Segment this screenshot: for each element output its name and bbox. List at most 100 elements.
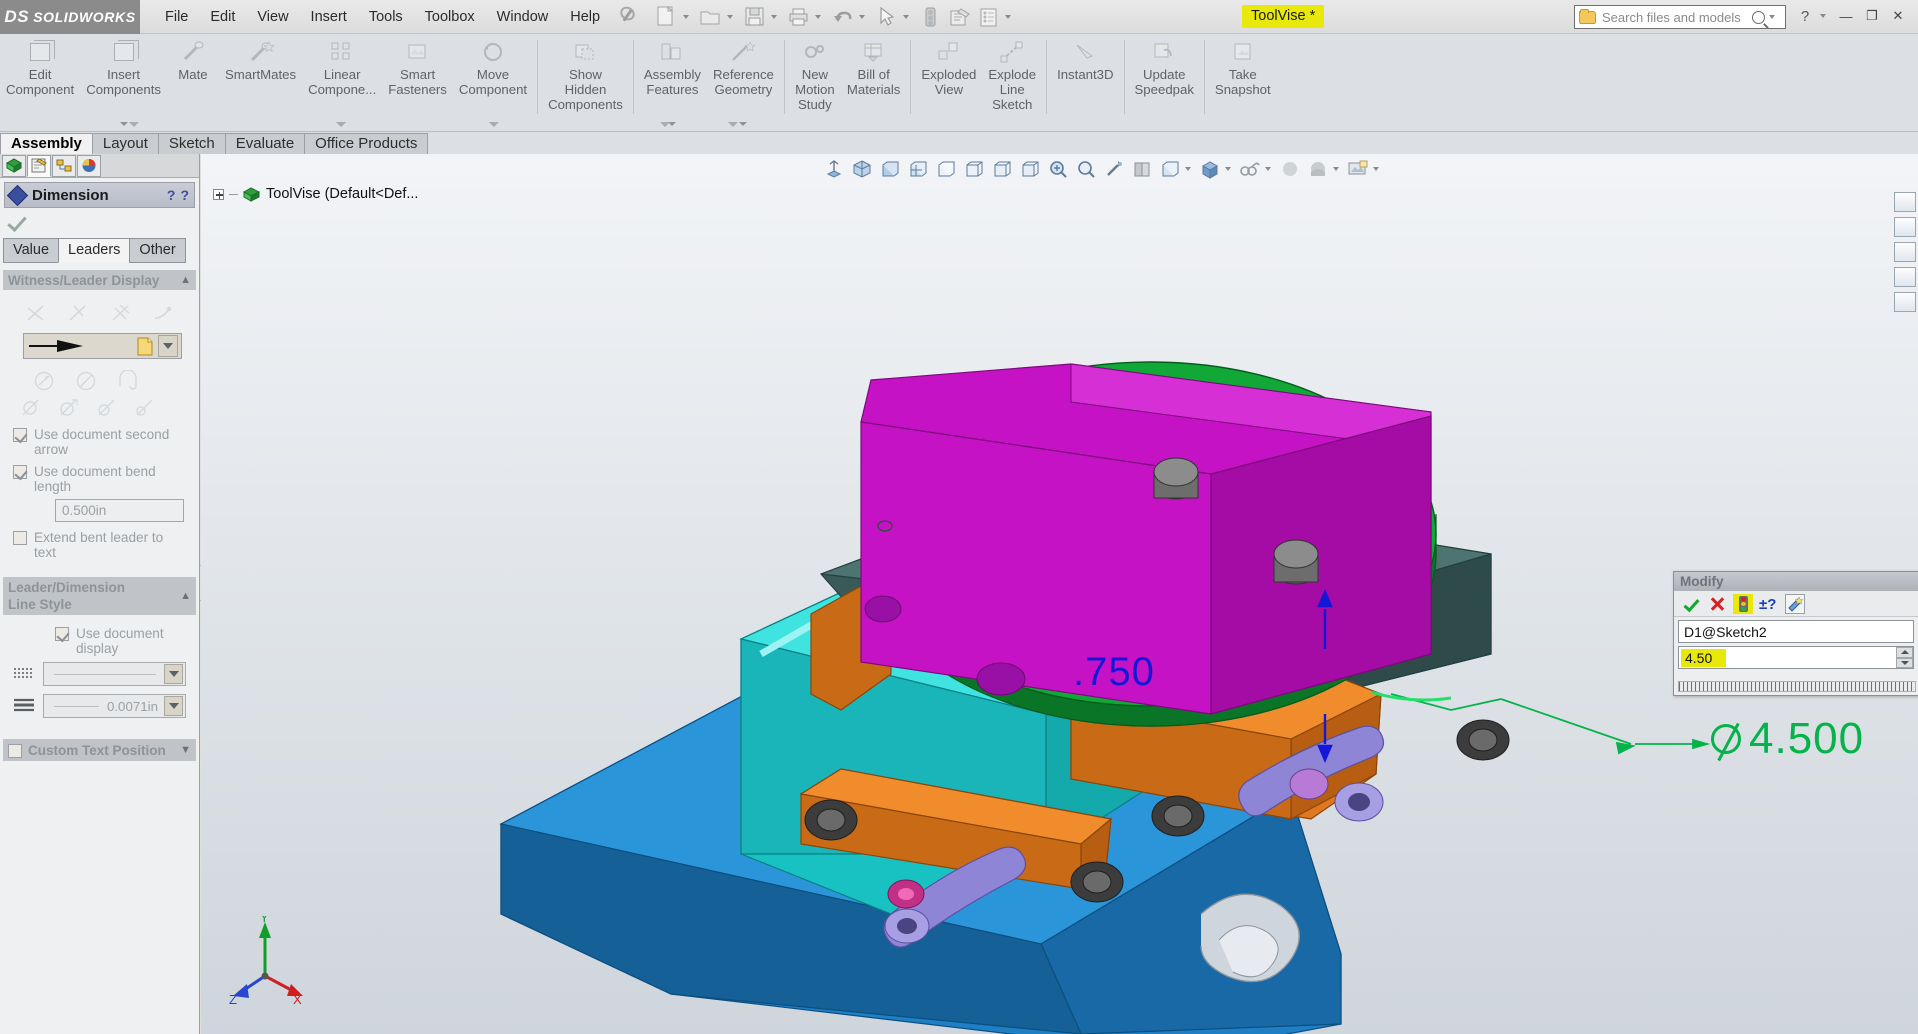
dimension-name-field[interactable]: D1@Sketch2 bbox=[1678, 620, 1914, 643]
line-style-dropdown-icon[interactable] bbox=[164, 664, 183, 684]
ribbon-exploded-view[interactable]: Exploded View bbox=[915, 34, 982, 132]
checkbox-icon[interactable] bbox=[13, 465, 27, 479]
help-icon[interactable]: ? bbox=[180, 187, 189, 203]
tab-evaluate[interactable]: Evaluate bbox=[224, 133, 306, 154]
checkbox-icon[interactable] bbox=[55, 627, 69, 641]
help-caret-icon[interactable] bbox=[1820, 14, 1826, 18]
spinner-down-button[interactable] bbox=[1896, 657, 1913, 668]
save-caret-icon[interactable] bbox=[771, 14, 778, 19]
document-properties-caret-icon[interactable] bbox=[1005, 14, 1012, 19]
ribbon-reference-geometry[interactable]: Reference Geometry bbox=[707, 34, 780, 132]
ribbon-take-snapshot[interactable]: Take Snapshot bbox=[1209, 34, 1277, 132]
menu-window[interactable]: Window bbox=[486, 3, 560, 31]
rebuild-button[interactable] bbox=[1733, 593, 1753, 614]
bend-length-field[interactable]: 0.500in bbox=[55, 499, 184, 522]
ribbon-bill-of-materials[interactable]: Bill of Materials bbox=[841, 34, 907, 132]
search-icon[interactable] bbox=[1752, 10, 1765, 24]
select-caret-icon[interactable] bbox=[903, 14, 910, 19]
ptab-other[interactable]: Other bbox=[129, 238, 186, 263]
diameter-dimension-text[interactable]: 4.500 bbox=[1711, 714, 1864, 764]
ribbon-mate[interactable]: Mate bbox=[167, 34, 219, 132]
section-custom-text-position[interactable]: Custom Text Position ▼ bbox=[3, 739, 196, 761]
chevron-up-icon[interactable]: ▲ bbox=[180, 274, 191, 286]
dimension-value-field[interactable]: 4.50 bbox=[1678, 646, 1914, 669]
minimize-button[interactable]: — bbox=[1834, 4, 1858, 28]
ribbon-insert-components[interactable]: Insert Components bbox=[80, 34, 167, 132]
menu-view[interactable]: View bbox=[246, 3, 299, 31]
select-cursor-icon[interactable] bbox=[873, 4, 900, 30]
tab-office-products[interactable]: Office Products bbox=[304, 133, 429, 154]
ribbon-linear-component-pattern[interactable]: Linear Compone... bbox=[302, 34, 382, 132]
restore-button[interactable]: ❐ bbox=[1860, 4, 1884, 28]
ribbon-smartmates[interactable]: SmartMates bbox=[219, 34, 302, 132]
search-caret-icon[interactable] bbox=[1769, 15, 1775, 19]
witness-line-off-icon[interactable] bbox=[25, 302, 47, 324]
search-input[interactable]: Search files and models bbox=[1602, 10, 1752, 25]
ribbon-smart-fasteners[interactable]: Smart Fasteners bbox=[382, 34, 453, 132]
feature-manager-tab[interactable] bbox=[2, 154, 26, 177]
accept-button[interactable] bbox=[1681, 594, 1701, 614]
help-options-icon[interactable]: ? bbox=[167, 187, 176, 203]
property-manager-tab[interactable] bbox=[27, 154, 51, 177]
witness-line-none-icon[interactable] bbox=[110, 302, 132, 324]
ribbon-caret-linear-pattern[interactable] bbox=[336, 122, 346, 127]
rebuild-traffic-light-icon[interactable] bbox=[917, 4, 944, 30]
tab-layout[interactable]: Layout bbox=[91, 133, 159, 154]
arrow-style-combo[interactable] bbox=[23, 333, 182, 359]
arrow-style-dropdown-icon[interactable] bbox=[158, 335, 178, 357]
print-icon[interactable] bbox=[785, 4, 812, 30]
toolvise-assembly-model[interactable] bbox=[201, 154, 1918, 1034]
new-document-icon[interactable] bbox=[653, 4, 680, 30]
document-properties-icon[interactable] bbox=[975, 4, 1002, 30]
checkbox-use-document-display[interactable]: Use document display bbox=[7, 621, 192, 658]
line-style-combo[interactable] bbox=[43, 662, 186, 686]
display-manager-tab[interactable] bbox=[77, 154, 101, 177]
ptab-leaders[interactable]: Leaders bbox=[58, 238, 131, 263]
checkbox-use-document-bend-length[interactable]: Use document bend length bbox=[7, 459, 192, 496]
ribbon-assembly-features[interactable]: Assembly Features bbox=[638, 34, 707, 132]
undo-caret-icon[interactable] bbox=[859, 14, 866, 19]
ribbon-caret-assembly-features[interactable] bbox=[660, 122, 670, 127]
checkbox-icon[interactable] bbox=[13, 531, 27, 545]
mark-for-drawing-button[interactable] bbox=[1785, 593, 1805, 614]
undo-icon[interactable] bbox=[829, 4, 856, 30]
checkbox-extend-bent-leader-to-text[interactable]: Extend bent leader to text bbox=[7, 525, 192, 562]
configuration-manager-tab[interactable] bbox=[52, 154, 76, 177]
menu-edit[interactable]: Edit bbox=[199, 3, 246, 31]
menu-help[interactable]: Help bbox=[559, 3, 611, 31]
section-leader-dimension-line-style[interactable]: Leader/Dimension Line Style ▲ bbox=[3, 577, 196, 615]
diameter-style-3-icon[interactable] bbox=[95, 396, 117, 418]
diameter-inside-icon[interactable] bbox=[33, 370, 55, 392]
checkbox-icon[interactable] bbox=[8, 743, 22, 758]
ribbon-caret-reference-geometry[interactable] bbox=[728, 122, 738, 127]
value-spinner[interactable] bbox=[1896, 647, 1913, 668]
menu-toolbox[interactable]: Toolbox bbox=[414, 3, 486, 31]
section-witness-leader-display[interactable]: Witness/Leader Display ▲ bbox=[3, 270, 196, 290]
tab-sketch[interactable]: Sketch bbox=[157, 133, 226, 154]
new-document-caret-icon[interactable] bbox=[683, 14, 690, 19]
line-thickness-dropdown-icon[interactable] bbox=[164, 696, 183, 716]
witness-line-solid-icon[interactable] bbox=[67, 302, 89, 324]
search-box[interactable]: Search files and models bbox=[1574, 5, 1786, 29]
ptab-value[interactable]: Value bbox=[3, 238, 60, 263]
menu-file[interactable]: File bbox=[154, 3, 199, 31]
reverse-direction-button[interactable]: ±? bbox=[1759, 594, 1779, 614]
ribbon-caret-insert-components[interactable] bbox=[129, 122, 139, 127]
ribbon-update-speedpak[interactable]: Update Speedpak bbox=[1129, 34, 1200, 132]
modify-dialog-title[interactable]: Modify bbox=[1674, 572, 1918, 591]
line-thickness-combo[interactable]: 0.0071in bbox=[43, 694, 186, 718]
diameter-style-1-icon[interactable] bbox=[19, 396, 41, 418]
radius-icon[interactable] bbox=[117, 369, 139, 392]
diameter-style-4-icon[interactable] bbox=[133, 396, 155, 418]
bent-leader-icon[interactable] bbox=[152, 302, 174, 324]
save-icon[interactable] bbox=[741, 4, 768, 30]
dimension-slider-ruler[interactable] bbox=[1678, 681, 1916, 692]
height-dimension-text[interactable]: .750 bbox=[1073, 650, 1155, 695]
diameter-slash-icon[interactable] bbox=[75, 370, 97, 392]
ribbon-instant3d[interactable]: Instant3D bbox=[1051, 34, 1119, 132]
close-button[interactable]: ✕ bbox=[1886, 4, 1910, 28]
ribbon-new-motion-study[interactable]: New Motion Study bbox=[789, 34, 841, 132]
print-caret-icon[interactable] bbox=[815, 14, 822, 19]
spinner-up-button[interactable] bbox=[1896, 647, 1913, 658]
diameter-style-2-icon[interactable] bbox=[57, 396, 79, 418]
